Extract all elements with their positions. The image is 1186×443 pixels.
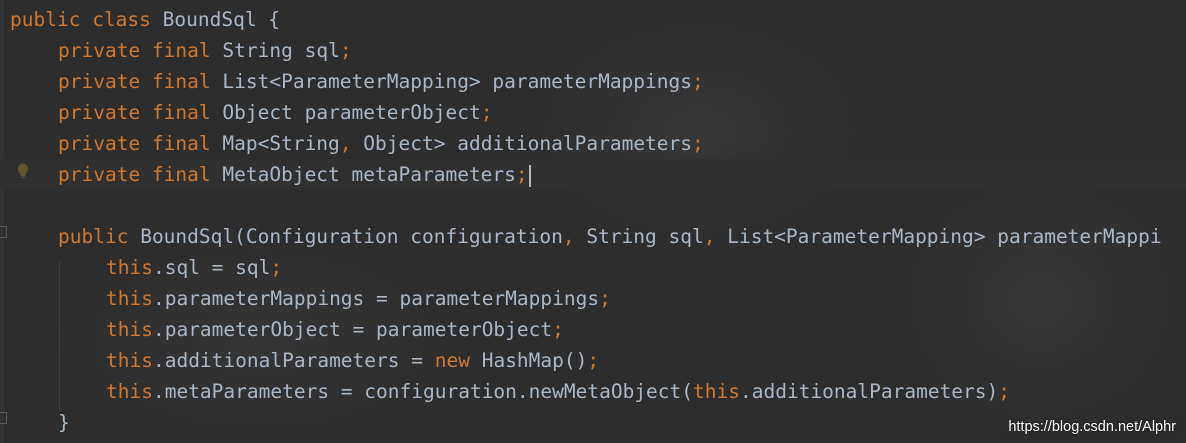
field-name: parameterObject (304, 101, 481, 124)
fold-marker-constructor[interactable] (0, 226, 7, 238)
keyword: private (58, 39, 141, 62)
code-line-13[interactable]: this.metaParameters = configuration.newM… (10, 376, 1010, 407)
code-line-6-current[interactable]: private final MetaObject metaParameters; (0, 159, 1186, 190)
keyword: this (106, 287, 153, 310)
statement: .additionalParameters) (739, 380, 999, 403)
keyword: final (151, 70, 211, 93)
keyword: private (58, 163, 141, 186)
keyword: this (106, 318, 153, 341)
text-caret (528, 164, 531, 187)
watermark-text: https://blog.csdn.net/Alphr (1008, 419, 1176, 435)
keyword: final (151, 163, 211, 186)
keyword: final (151, 101, 211, 124)
comma: , (562, 225, 575, 248)
type-name: List<ParameterMapping> (222, 70, 481, 93)
code-line-11[interactable]: this.parameterObject = parameterObject; (10, 314, 564, 345)
semicolon: ; (552, 318, 564, 341)
code-line-12[interactable]: this.additionalParameters = new HashMap(… (10, 345, 599, 376)
keyword: final (151, 39, 211, 62)
keyword: private (58, 101, 141, 124)
semicolon: ; (692, 132, 704, 155)
statement: .additionalParameters = (152, 349, 435, 372)
semicolon: ; (339, 39, 352, 62)
field-name: metaParameters (351, 163, 516, 186)
keyword: private (58, 70, 141, 93)
field-name: sql (304, 39, 340, 62)
statement: .sql = sql (152, 256, 271, 279)
code-line-10[interactable]: this.parameterMappings = parameterMappin… (10, 283, 611, 314)
code-line-3[interactable]: private final List<ParameterMapping> par… (10, 66, 704, 97)
fold-marker-constructor-end[interactable] (0, 412, 7, 424)
statement: .parameterObject = parameterObject (152, 318, 553, 341)
code-line-14[interactable]: } (10, 407, 70, 438)
code-line-4[interactable]: private final Object parameterObject; (10, 97, 492, 128)
code-line-1[interactable]: public class BoundSql { (10, 4, 280, 35)
code-editor[interactable]: public class BoundSql { private final St… (0, 0, 1186, 443)
type-name: MetaObject (222, 163, 340, 186)
field-name: additionalParameters (457, 132, 693, 155)
class-name: BoundSql { (150, 8, 281, 31)
keyword: public (10, 8, 81, 31)
parameter: String sql (574, 225, 704, 248)
code-line-2[interactable]: private final String sql; (10, 35, 352, 66)
type-name: Object (222, 101, 293, 124)
code-line-9[interactable]: this.sql = sql; (10, 252, 282, 283)
editor-gutter (0, 0, 4, 443)
keyword: new (434, 349, 470, 372)
keyword: private (58, 132, 141, 155)
semicolon: ; (480, 101, 493, 124)
semicolon: ; (587, 349, 600, 372)
type-name: String (222, 39, 293, 62)
keyword: this (106, 380, 153, 403)
semicolon: ; (692, 70, 704, 93)
keyword: this (693, 380, 740, 403)
semicolon: ; (270, 256, 283, 279)
field-name: parameterMappings (492, 70, 693, 93)
type-name: Map<String (222, 132, 340, 155)
parameter: List<ParameterMapping> parameterMappi (715, 225, 1162, 248)
code-line-8[interactable]: public BoundSql(Configuration configurat… (10, 221, 1162, 252)
code-line-5[interactable]: private final Map<String, Object> additi… (10, 128, 704, 159)
comma: , (339, 132, 352, 155)
statement: .metaParameters = configuration.newMetaO… (152, 380, 694, 403)
semicolon: ; (515, 163, 528, 186)
semicolon: ; (599, 287, 611, 310)
semicolon: ; (998, 380, 1011, 403)
comma: , (703, 225, 716, 248)
keyword: this (106, 256, 153, 279)
type-name: Object> (351, 132, 446, 155)
statement: HashMap() (469, 349, 588, 372)
keyword: final (151, 132, 211, 155)
constructor-signature: BoundSql(Configuration configuration (140, 225, 563, 248)
keyword: this (106, 349, 153, 372)
keyword: public (58, 225, 129, 248)
keyword: class (92, 8, 151, 31)
closing-brace: } (58, 411, 70, 434)
statement: .parameterMappings = parameterMappings (152, 287, 600, 310)
